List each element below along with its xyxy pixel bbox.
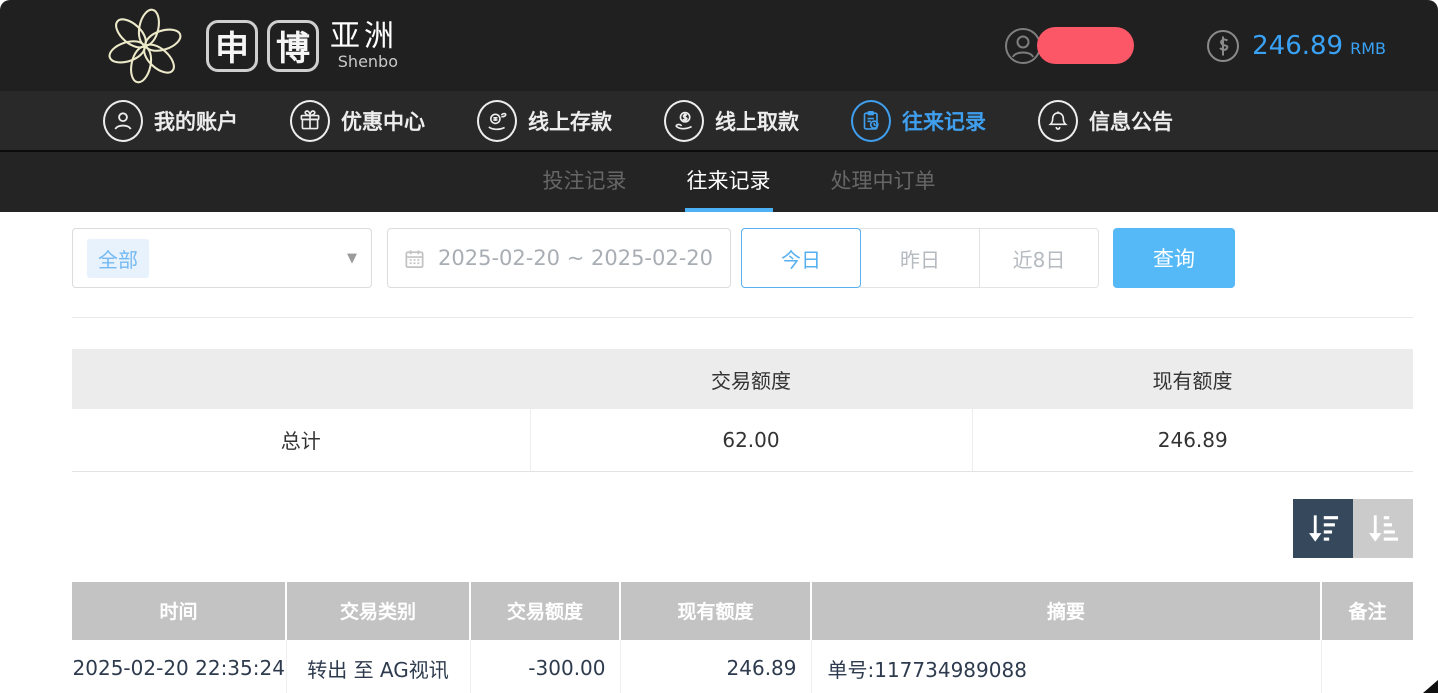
flower-logo-icon: [98, 3, 192, 89]
logo-char-bo: 博: [267, 20, 319, 72]
nav-item-announcements[interactable]: 信息公告: [1038, 100, 1173, 142]
tab-processing-orders[interactable]: 处理中订单: [829, 152, 938, 212]
summary-total-balance: 246.89: [972, 409, 1413, 471]
gift-icon: [290, 100, 330, 142]
summary-total-label: 总计: [72, 409, 530, 471]
summary-header-balance: 现有额度: [972, 349, 1413, 409]
calendar-icon: [403, 247, 426, 270]
summary-header-empty: [72, 349, 530, 409]
balance-amount: 246.89: [1252, 31, 1343, 61]
record-note: [1321, 640, 1413, 693]
username-pill[interactable]: [1037, 27, 1134, 64]
logo-char-shen: 申: [206, 20, 258, 72]
date-range-input[interactable]: 2025-02-20 ~ 2025-02-20: [387, 228, 731, 288]
tab-betting-records[interactable]: 投注记录: [541, 152, 629, 212]
records-header-amount: 交易额度: [470, 582, 620, 640]
search-button[interactable]: 查询: [1113, 228, 1235, 288]
deposit-hand-coin-icon: [477, 100, 517, 142]
nav-item-online-deposit[interactable]: 线上存款: [477, 100, 612, 142]
record-type: 转出 至 AG视讯: [286, 640, 470, 693]
records-header-type: 交易类别: [286, 582, 470, 640]
record-balance: 246.89: [620, 640, 811, 693]
records-table: 时间 交易类别 交易额度 现有额度 摘要 备注 2025-02-20 22:35…: [72, 582, 1413, 693]
nav-item-promotions[interactable]: 优惠中心: [290, 100, 425, 142]
record-amount: -300.00: [470, 640, 620, 693]
dollar-coin-icon: [1206, 29, 1240, 63]
bell-icon: [1038, 100, 1078, 142]
date-range-value: 2025-02-20 ~ 2025-02-20: [438, 246, 713, 270]
nav-item-online-withdraw[interactable]: 线上取款: [664, 100, 799, 142]
summary-header-trade-amount: 交易额度: [530, 349, 972, 409]
sort-ascending-icon: [1364, 509, 1402, 547]
type-select[interactable]: 全部 ▼: [72, 228, 372, 288]
withdraw-hand-dollar-icon: [664, 100, 704, 142]
sort-ascending-button[interactable]: [1353, 499, 1413, 558]
summary-total-trade-amount: 62.00: [530, 409, 972, 471]
table-row: 2025-02-20 22:35:24 转出 至 AG视讯 -300.00 24…: [72, 640, 1413, 693]
records-header-note: 备注: [1321, 582, 1413, 640]
range-today-button[interactable]: 今日: [741, 228, 861, 288]
user-icon: [103, 100, 143, 142]
content-area: 全部 ▼ 2025-02-20 ~ 2025-02-20 今日 昨日 近8日 查…: [0, 228, 1438, 693]
sort-descending-icon: [1304, 509, 1342, 547]
summary-total-row: 总计 62.00 246.89: [72, 409, 1413, 471]
top-header: 申 博 亚洲 Shenbo 246.89 RMB: [0, 0, 1438, 91]
record-summary: 单号:117734989088: [811, 640, 1321, 693]
sort-descending-button[interactable]: [1293, 499, 1353, 558]
summary-header-row: 交易额度 现有额度: [72, 349, 1413, 409]
nav-item-transaction-records[interactable]: 往来记录: [851, 100, 986, 142]
chevron-down-icon: ▼: [347, 251, 357, 266]
main-nav: 我的账户 优惠中心 线上存款: [0, 91, 1438, 152]
logo-region-text: 亚洲: [330, 20, 398, 53]
nav-item-my-account[interactable]: 我的账户: [103, 100, 238, 142]
summary-table: 交易额度 现有额度 总计 62.00 246.89: [72, 349, 1413, 472]
shenbo-records-page: 申 博 亚洲 Shenbo 246.89 RMB: [0, 0, 1438, 693]
range-last8days-button[interactable]: 近8日: [979, 228, 1099, 288]
range-yesterday-button[interactable]: 昨日: [860, 228, 980, 288]
filter-row: 全部 ▼ 2025-02-20 ~ 2025-02-20 今日 昨日 近8日 查…: [72, 228, 1413, 288]
balance-currency: RMB: [1350, 39, 1386, 58]
records-header-row: 时间 交易类别 交易额度 现有额度 摘要 备注: [72, 582, 1413, 640]
quick-range-group: 今日 昨日 近8日: [741, 228, 1099, 288]
logo-sub-text: Shenbo: [330, 53, 398, 71]
records-header-balance: 现有额度: [620, 582, 811, 640]
brand-logo-link[interactable]: 申 博 亚洲 Shenbo: [98, 3, 398, 89]
sort-controls: [72, 499, 1413, 558]
record-time: 2025-02-20 22:35:24: [72, 640, 286, 693]
records-header-time: 时间: [72, 582, 286, 640]
records-subtabs: 投注记录 往来记录 处理中订单: [0, 152, 1438, 212]
balance-display: 246.89 RMB: [1206, 29, 1386, 63]
records-header-summary: 摘要: [811, 582, 1321, 640]
tab-transaction-records[interactable]: 往来记录: [685, 152, 773, 212]
type-selected-chip: 全部: [87, 239, 149, 278]
section-divider: [72, 317, 1413, 318]
clipboard-clock-icon: [851, 100, 891, 142]
